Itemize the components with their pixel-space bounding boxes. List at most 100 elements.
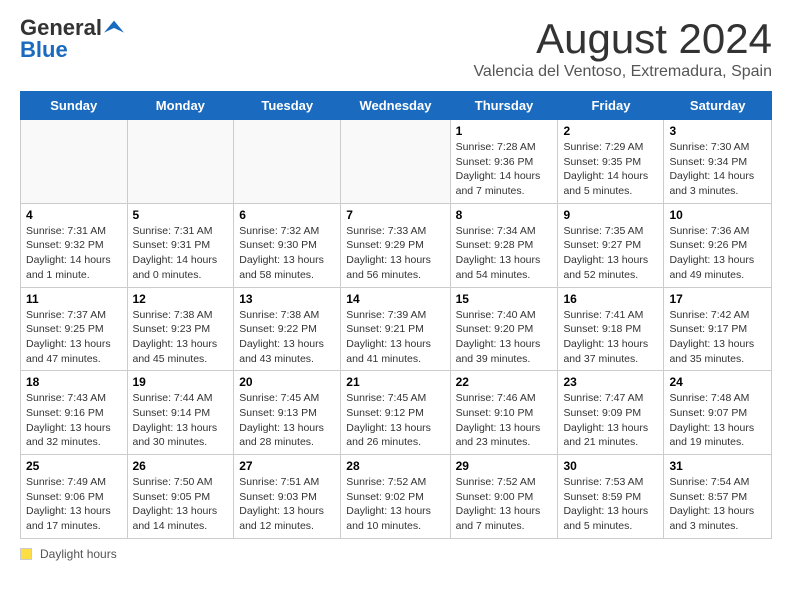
calendar-day-cell xyxy=(127,120,234,204)
day-info: Sunrise: 7:34 AM Sunset: 9:28 PM Dayligh… xyxy=(456,224,553,283)
day-number: 21 xyxy=(346,375,444,389)
calendar-table: SundayMondayTuesdayWednesdayThursdayFrid… xyxy=(20,91,772,539)
calendar-week-row: 11 Sunrise: 7:37 AM Sunset: 9:25 PM Dayli… xyxy=(21,287,772,371)
day-info: Sunrise: 7:52 AM Sunset: 9:02 PM Dayligh… xyxy=(346,475,444,534)
calendar-header-row: SundayMondayTuesdayWednesdayThursdayFrid… xyxy=(21,92,772,120)
day-number: 10 xyxy=(669,208,766,222)
day-number: 14 xyxy=(346,292,444,306)
calendar-day-header: Saturday xyxy=(664,92,772,120)
day-number: 24 xyxy=(669,375,766,389)
day-info: Sunrise: 7:40 AM Sunset: 9:20 PM Dayligh… xyxy=(456,308,553,367)
calendar-day-cell xyxy=(341,120,450,204)
day-number: 29 xyxy=(456,459,553,473)
day-number: 15 xyxy=(456,292,553,306)
calendar-day-cell: 31 Sunrise: 7:54 AM Sunset: 8:57 PM Dayli… xyxy=(664,455,772,539)
calendar-day-cell: 11 Sunrise: 7:37 AM Sunset: 9:25 PM Dayli… xyxy=(21,287,128,371)
location: Valencia del Ventoso, Extremadura, Spain xyxy=(473,63,772,81)
day-info: Sunrise: 7:45 AM Sunset: 9:12 PM Dayligh… xyxy=(346,391,444,450)
day-info: Sunrise: 7:37 AM Sunset: 9:25 PM Dayligh… xyxy=(26,308,122,367)
day-number: 7 xyxy=(346,208,444,222)
day-info: Sunrise: 7:42 AM Sunset: 9:17 PM Dayligh… xyxy=(669,308,766,367)
calendar-week-row: 1Sunrise: 7:28 AM Sunset: 9:36 PM Daylig… xyxy=(21,120,772,204)
day-info: Sunrise: 7:48 AM Sunset: 9:07 PM Dayligh… xyxy=(669,391,766,450)
calendar-day-cell: 6 Sunrise: 7:32 AM Sunset: 9:30 PM Daylig… xyxy=(234,203,341,287)
calendar-day-cell xyxy=(21,120,128,204)
day-info: Sunrise: 7:45 AM Sunset: 9:13 PM Dayligh… xyxy=(239,391,335,450)
calendar-day-cell: 21 Sunrise: 7:45 AM Sunset: 9:12 PM Dayli… xyxy=(341,371,450,455)
daylight-dot xyxy=(20,548,32,560)
calendar-day-cell: 24 Sunrise: 7:48 AM Sunset: 9:07 PM Dayli… xyxy=(664,371,772,455)
day-number: 30 xyxy=(563,459,658,473)
day-info: Sunrise: 7:35 AM Sunset: 9:27 PM Dayligh… xyxy=(563,224,658,283)
day-number: 27 xyxy=(239,459,335,473)
logo-bird-icon xyxy=(104,18,124,38)
calendar-day-cell: 23 Sunrise: 7:47 AM Sunset: 9:09 PM Dayli… xyxy=(558,371,664,455)
calendar-day-header: Wednesday xyxy=(341,92,450,120)
logo: General Blue xyxy=(20,15,124,63)
calendar-day-cell: 14Sunrise: 7:39 AM Sunset: 9:21 PM Dayli… xyxy=(341,287,450,371)
day-info: Sunrise: 7:38 AM Sunset: 9:23 PM Dayligh… xyxy=(133,308,229,367)
day-info: Sunrise: 7:47 AM Sunset: 9:09 PM Dayligh… xyxy=(563,391,658,450)
calendar-day-cell: 18 Sunrise: 7:43 AM Sunset: 9:16 PM Dayli… xyxy=(21,371,128,455)
calendar-day-cell: 5Sunrise: 7:31 AM Sunset: 9:31 PM Daylig… xyxy=(127,203,234,287)
calendar-day-cell xyxy=(234,120,341,204)
day-number: 18 xyxy=(26,375,122,389)
logo-blue: Blue xyxy=(20,37,68,63)
day-info: Sunrise: 7:36 AM Sunset: 9:26 PM Dayligh… xyxy=(669,224,766,283)
day-info: Sunrise: 7:38 AM Sunset: 9:22 PM Dayligh… xyxy=(239,308,335,367)
day-info: Sunrise: 7:32 AM Sunset: 9:30 PM Dayligh… xyxy=(239,224,335,283)
day-number: 6 xyxy=(239,208,335,222)
calendar-day-cell: 17 Sunrise: 7:42 AM Sunset: 9:17 PM Dayli… xyxy=(664,287,772,371)
calendar-day-cell: 2Sunrise: 7:29 AM Sunset: 9:35 PM Daylig… xyxy=(558,120,664,204)
calendar-day-header: Tuesday xyxy=(234,92,341,120)
footer: Daylight hours xyxy=(20,547,772,561)
day-info: Sunrise: 7:30 AM Sunset: 9:34 PM Dayligh… xyxy=(669,140,766,199)
calendar-day-cell: 15 Sunrise: 7:40 AM Sunset: 9:20 PM Dayli… xyxy=(450,287,558,371)
calendar-day-cell: 28 Sunrise: 7:52 AM Sunset: 9:02 PM Dayli… xyxy=(341,455,450,539)
day-number: 16 xyxy=(563,292,658,306)
day-number: 31 xyxy=(669,459,766,473)
day-number: 13 xyxy=(239,292,335,306)
calendar-day-header: Thursday xyxy=(450,92,558,120)
title-block: August 2024 Valencia del Ventoso, Extrem… xyxy=(473,15,772,81)
day-info: Sunrise: 7:52 AM Sunset: 9:00 PM Dayligh… xyxy=(456,475,553,534)
day-number: 20 xyxy=(239,375,335,389)
day-number: 4 xyxy=(26,208,122,222)
day-info: Sunrise: 7:43 AM Sunset: 9:16 PM Dayligh… xyxy=(26,391,122,450)
calendar-day-cell: 16 Sunrise: 7:41 AM Sunset: 9:18 PM Dayli… xyxy=(558,287,664,371)
calendar-day-cell: 7Sunrise: 7:33 AM Sunset: 9:29 PM Daylig… xyxy=(341,203,450,287)
day-number: 11 xyxy=(26,292,122,306)
calendar-week-row: 4Sunrise: 7:31 AM Sunset: 9:32 PM Daylig… xyxy=(21,203,772,287)
page: General Blue August 2024 Valencia del Ve… xyxy=(0,0,792,576)
day-number: 5 xyxy=(133,208,229,222)
calendar-day-cell: 4Sunrise: 7:31 AM Sunset: 9:32 PM Daylig… xyxy=(21,203,128,287)
day-number: 1 xyxy=(456,124,553,138)
calendar-day-cell: 12 Sunrise: 7:38 AM Sunset: 9:23 PM Dayli… xyxy=(127,287,234,371)
calendar-day-cell: 25 Sunrise: 7:49 AM Sunset: 9:06 PM Dayli… xyxy=(21,455,128,539)
day-number: 12 xyxy=(133,292,229,306)
day-info: Sunrise: 7:41 AM Sunset: 9:18 PM Dayligh… xyxy=(563,308,658,367)
calendar-day-cell: 27 Sunrise: 7:51 AM Sunset: 9:03 PM Dayli… xyxy=(234,455,341,539)
day-number: 28 xyxy=(346,459,444,473)
calendar-day-cell: 13 Sunrise: 7:38 AM Sunset: 9:22 PM Dayli… xyxy=(234,287,341,371)
calendar-day-cell: 29 Sunrise: 7:52 AM Sunset: 9:00 PM Dayli… xyxy=(450,455,558,539)
day-number: 9 xyxy=(563,208,658,222)
day-number: 17 xyxy=(669,292,766,306)
calendar-day-header: Sunday xyxy=(21,92,128,120)
day-info: Sunrise: 7:46 AM Sunset: 9:10 PM Dayligh… xyxy=(456,391,553,450)
day-info: Sunrise: 7:50 AM Sunset: 9:05 PM Dayligh… xyxy=(133,475,229,534)
day-number: 3 xyxy=(669,124,766,138)
calendar-day-header: Friday xyxy=(558,92,664,120)
day-number: 25 xyxy=(26,459,122,473)
day-number: 2 xyxy=(563,124,658,138)
day-info: Sunrise: 7:51 AM Sunset: 9:03 PM Dayligh… xyxy=(239,475,335,534)
daylight-label: Daylight hours xyxy=(40,547,117,561)
calendar-day-cell: 1Sunrise: 7:28 AM Sunset: 9:36 PM Daylig… xyxy=(450,120,558,204)
day-number: 22 xyxy=(456,375,553,389)
day-info: Sunrise: 7:54 AM Sunset: 8:57 PM Dayligh… xyxy=(669,475,766,534)
day-number: 23 xyxy=(563,375,658,389)
day-info: Sunrise: 7:49 AM Sunset: 9:06 PM Dayligh… xyxy=(26,475,122,534)
calendar-week-row: 25 Sunrise: 7:49 AM Sunset: 9:06 PM Dayli… xyxy=(21,455,772,539)
calendar-day-cell: 30Sunrise: 7:53 AM Sunset: 8:59 PM Dayli… xyxy=(558,455,664,539)
month-year: August 2024 xyxy=(473,15,772,63)
